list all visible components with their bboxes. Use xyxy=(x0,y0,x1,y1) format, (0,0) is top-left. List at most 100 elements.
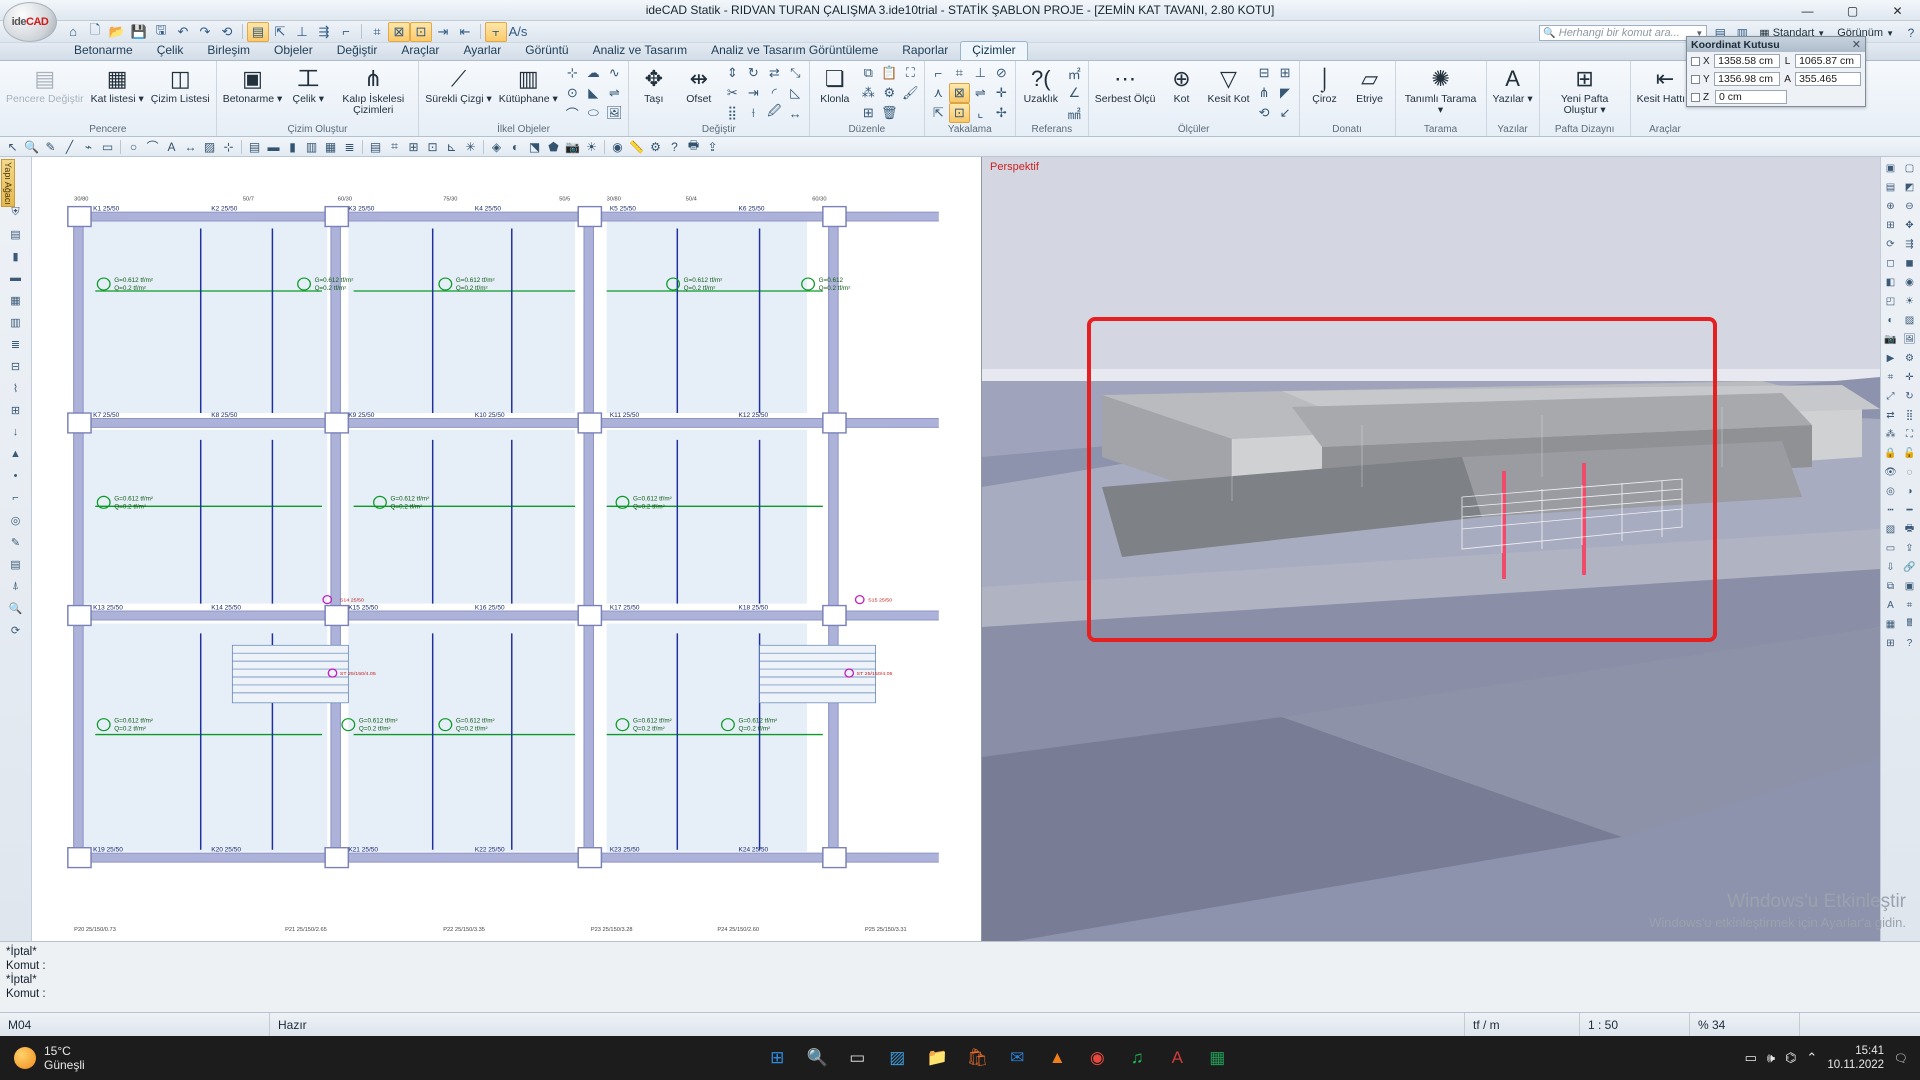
wall-icon[interactable]: ▥ xyxy=(302,138,321,156)
battery-icon[interactable]: ▭ xyxy=(1745,1050,1757,1066)
pencil-icon[interactable]: ✎ xyxy=(41,138,60,156)
circle-center-icon[interactable]: ⊙ xyxy=(562,83,583,103)
command-history-area[interactable]: *İptal* Komut : *İptal* Komut : xyxy=(0,941,1920,1012)
tab-betonarme[interactable]: Betonarme xyxy=(62,41,145,60)
coordinate-checkbox-z[interactable] xyxy=(1691,92,1700,102)
tab-ayarlar[interactable]: Ayarlar xyxy=(451,41,513,60)
circle-icon[interactable]: ○ xyxy=(124,138,143,156)
corner-icon[interactable]: ⌐ xyxy=(335,22,357,42)
help2-icon[interactable]: ? xyxy=(1900,634,1919,653)
explode2-icon[interactable]: ⁂ xyxy=(1881,425,1900,444)
light2-icon[interactable]: ☀ xyxy=(1900,292,1919,311)
spotify-icon[interactable]: ♫ xyxy=(1120,1041,1154,1075)
close-icon[interactable]: ✕ xyxy=(1852,38,1861,51)
axis2-icon[interactable]: ✛ xyxy=(1900,368,1919,387)
arc-icon[interactable]: ⌒ xyxy=(562,103,583,123)
level-button[interactable]: ⊕ Kot xyxy=(1160,63,1204,106)
home-icon[interactable]: ⌂ xyxy=(62,22,84,42)
snap-intersect-icon[interactable]: ⊡ xyxy=(948,103,970,123)
floor-list-button[interactable]: ▦ Kat listesi ▾ xyxy=(88,63,147,106)
annotation-icon[interactable]: ✎ xyxy=(5,531,27,553)
status-zoom[interactable]: % 34 xyxy=(1690,1012,1800,1036)
layers2-icon[interactable]: ▤ xyxy=(5,223,27,245)
maximize-button[interactable]: ▢ xyxy=(1830,0,1875,21)
line-icon[interactable]: ╱ xyxy=(60,138,79,156)
weather-widget[interactable]: 15°C Güneşli xyxy=(0,1044,250,1072)
search2-icon[interactable]: 🔍 xyxy=(5,597,27,619)
layer-icon[interactable]: ▤ xyxy=(245,138,264,156)
search-input[interactable]: Herhangi bir komut ara... xyxy=(1559,27,1680,39)
text-button[interactable]: A Yazılar ▾ xyxy=(1490,63,1536,106)
material-icon[interactable]: ◉ xyxy=(608,138,627,156)
rotate2-icon[interactable]: ↻ xyxy=(1900,387,1919,406)
stair2-icon[interactable]: ≣ xyxy=(5,333,27,355)
column2-icon[interactable]: ▮ xyxy=(5,245,27,267)
table-icon[interactable]: ▦ xyxy=(1881,615,1900,634)
text2-icon[interactable]: A xyxy=(162,138,181,156)
ellipse-icon[interactable]: ⬭ xyxy=(583,103,604,123)
steel-button[interactable]: 工 Çelik ▾ xyxy=(286,63,330,106)
clip-icon[interactable]: ◰ xyxy=(1881,292,1900,311)
dim-style-icon[interactable]: ⊟ xyxy=(1254,63,1275,83)
mirror2-icon[interactable]: ⇄ xyxy=(1881,406,1900,425)
distribute-icon[interactable]: ⇶ xyxy=(313,22,335,42)
shaded-icon[interactable]: ◼ xyxy=(1900,254,1919,273)
vlc-icon[interactable]: ▲ xyxy=(1040,1041,1074,1075)
arrow-point-icon[interactable]: ⇥ xyxy=(432,22,454,42)
snapshot-icon[interactable]: 🖼 xyxy=(1900,330,1919,349)
beam2-icon[interactable]: ▬ xyxy=(5,267,27,289)
chevron-down-icon[interactable]: ▼ xyxy=(1886,29,1894,38)
zoom-extents-icon[interactable]: ⊞ xyxy=(1881,216,1900,235)
refresh2-icon[interactable]: ⟳ xyxy=(5,619,27,641)
view-front-icon[interactable]: ▢ xyxy=(1900,159,1919,178)
offset-button[interactable]: ⇹ Ofset xyxy=(677,63,721,106)
clone-button[interactable]: ❏ Klonla xyxy=(813,63,857,106)
visible-icon[interactable]: 👁 xyxy=(1881,463,1900,482)
text-scale-icon[interactable]: A/s xyxy=(507,22,529,42)
extend-icon[interactable]: ⇥ xyxy=(743,83,764,103)
excel-icon[interactable]: ▦ xyxy=(1200,1041,1234,1075)
cloud-icon[interactable]: ☁ xyxy=(583,63,604,83)
xref-icon[interactable]: ⧉ xyxy=(1881,577,1900,596)
foundation-icon[interactable]: ▤ xyxy=(366,138,385,156)
wifi-icon[interactable]: ⌬ xyxy=(1785,1050,1796,1066)
coordinate-secondary-value-l[interactable]: 1065.87 cm xyxy=(1795,54,1861,68)
array2-icon[interactable]: ⣿ xyxy=(1900,406,1919,425)
unlock-icon[interactable]: 🔓 xyxy=(1900,444,1919,463)
erase-icon[interactable]: 🖉 xyxy=(764,103,785,123)
volume-icon[interactable]: 🕪 xyxy=(1767,1050,1775,1066)
orbit-icon[interactable]: ⟳ xyxy=(1881,235,1900,254)
coordinate-checkbox-x[interactable] xyxy=(1691,56,1700,66)
linetype-icon[interactable]: ┅ xyxy=(1881,501,1900,520)
triangle-icon[interactable]: ◣ xyxy=(583,83,604,103)
coordinate-value-z[interactable]: 0 cm xyxy=(1715,90,1787,104)
chamfer-icon[interactable]: ◺ xyxy=(785,83,806,103)
area-m2-icon[interactable]: ㎡ xyxy=(1064,63,1085,83)
detail-icon[interactable]: ◎ xyxy=(5,509,27,531)
dimension-icon[interactable]: ⫟ xyxy=(485,21,507,42)
tab-analiz-ve-tasar-m-g-r-nt-leme[interactable]: Analiz ve Tasarım Görüntüleme xyxy=(699,41,890,60)
report-icon[interactable]: ▤ xyxy=(5,553,27,575)
layers-list-icon[interactable]: ▤ xyxy=(247,21,269,42)
snap-base-icon[interactable]: ⌞ xyxy=(970,103,991,123)
command-search-box[interactable]: 🔍 Herhangi bir komut ara... ▼ xyxy=(1539,25,1708,41)
tab-ara-lar[interactable]: Araçlar xyxy=(389,41,451,60)
status-scale[interactable]: 1 : 50 xyxy=(1580,1012,1690,1036)
material2-icon[interactable]: ▨ xyxy=(1900,311,1919,330)
move-button[interactable]: ✥ Taşı xyxy=(632,63,676,106)
units-icon[interactable]: ⊞ xyxy=(1881,634,1900,653)
leader-text-icon[interactable]: ↙ xyxy=(1275,103,1296,123)
dim-baseline-icon[interactable]: ⊞ xyxy=(1275,63,1296,83)
tab-objeler[interactable]: Objeler xyxy=(262,41,325,60)
color-icon[interactable]: ◑ xyxy=(1900,482,1919,501)
snap-lock2-icon[interactable]: ⊠ xyxy=(948,83,970,103)
polyline2-icon[interactable]: ⌁ xyxy=(79,138,98,156)
coordinate-value-x[interactable]: 1358.58 cm xyxy=(1714,54,1781,68)
view-top-icon[interactable]: ▣ xyxy=(1881,159,1900,178)
ortho-icon[interactable]: ⊾ xyxy=(442,138,461,156)
snap-endpoint-icon[interactable]: ⌐ xyxy=(928,63,949,83)
realistic-icon[interactable]: ◉ xyxy=(1900,273,1919,292)
tab-birle-im[interactable]: Birleşim xyxy=(195,41,262,60)
isolate-icon[interactable]: ◎ xyxy=(1881,482,1900,501)
zoom-in-icon[interactable]: ⊕ xyxy=(1881,197,1900,216)
